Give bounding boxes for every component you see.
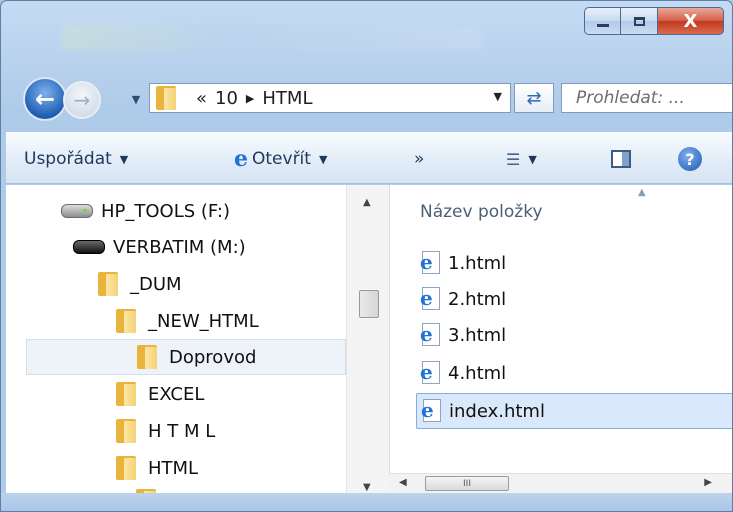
history-dropdown-button[interactable]: ▼ [129,91,143,107]
close-button[interactable]: X [658,7,724,35]
scroll-up-icon[interactable]: ▲ [363,197,371,208]
tree-item-dum[interactable]: _DUM [98,266,182,302]
help-icon: ? [678,147,702,171]
organize-label: Uspořádat [24,149,112,169]
folder-icon [116,419,136,443]
tree-item-doprovod[interactable]: Doprovod [26,339,346,375]
chevron-down-icon: ▼ [318,152,328,166]
html-file-icon: e [420,323,442,347]
chevron-down-icon: ▼ [119,152,129,166]
refresh-button[interactable]: ⇄ [514,83,554,113]
navigation-pane: HP_TOOLS (F:) VERBATIM (M:) _DUM _NEW_HT… [6,185,346,493]
open-button[interactable]: e Otevřít ▼ [234,133,327,185]
file-name: 4.html [448,362,507,384]
tree-item-h-t-m-l[interactable]: H T M L [116,413,215,449]
tree-item-partial [136,483,168,493]
ie-icon: e [234,146,248,172]
scrollbar-thumb[interactable] [359,290,379,318]
tree-item-hp-tools[interactable]: HP_TOOLS (F:) [61,193,230,229]
organize-button[interactable]: Uspořádat ▼ [24,133,128,185]
open-label: Otevřít [252,149,311,169]
tree-item-html[interactable]: HTML [116,450,198,486]
forward-button[interactable]: → [63,81,101,119]
drive-icon [61,204,93,218]
tree-item-label: EXCEL [148,383,205,405]
scroll-left-icon[interactable]: ◀ [399,477,407,488]
folder-icon [116,456,136,480]
tree-item-excel[interactable]: EXCEL [116,376,204,412]
views-icon: ☰ [506,149,521,169]
command-bar: Uspořádat ▼ e Otevřít ▼ » ☰ ▼ ? [6,132,732,185]
breadcrumb-item[interactable]: 10 [215,88,238,109]
scrollbar-grip: III [463,478,471,489]
tree-item-label: _NEW_HTML [148,310,259,332]
scrollbar-thumb[interactable]: III [425,476,509,491]
file-item[interactable]: e 4.html [420,355,506,391]
address-bar[interactable]: « 10 ▶ HTML ▼ [149,83,511,113]
html-file-icon: e [420,251,442,275]
tree-item-label: Doprovod [169,346,257,368]
breadcrumb-overflow[interactable]: « [196,88,207,109]
explorer-window: X ← → ▼ « 10 ▶ HTML ▼ ⇄ Prohledat: ... U… [0,0,733,512]
back-button[interactable]: ← [23,77,67,121]
file-item[interactable]: e 3.html [420,317,506,353]
search-input[interactable]: Prohledat: ... [561,83,732,113]
refresh-icon: ⇄ [526,87,542,109]
tree-item-label: _DUM [130,273,182,295]
window-bottom-frame [1,493,732,511]
breadcrumb-item[interactable]: HTML [262,88,312,109]
name-column-header[interactable]: Název položky [420,202,543,222]
minimize-icon [596,23,609,27]
close-icon: X [683,10,698,32]
breadcrumb-separator-icon[interactable]: ▶ [246,92,254,105]
maximize-button[interactable] [621,7,658,35]
sort-ascending-icon: ▲ [638,187,646,198]
file-item-selected[interactable]: e index.html [416,393,732,429]
minimize-button[interactable] [584,7,621,35]
maximize-icon [633,16,645,26]
address-dropdown-icon[interactable]: ▼ [494,90,502,103]
folder-icon [116,382,136,406]
file-list-pane: ▲ Název položky e 1.html e 2.html e 3.ht… [389,185,732,493]
views-button[interactable]: ☰ ▼ [506,133,537,185]
folder-icon [98,272,118,296]
chevron-down-icon: ▼ [528,152,537,166]
file-list-hscrollbar[interactable]: ◀ III ▶ [389,473,732,493]
file-item[interactable]: e 1.html [420,245,506,281]
folder-icon [137,345,157,369]
chevron-down-icon: ▼ [131,92,141,106]
file-name: 3.html [448,324,507,346]
html-file-icon: e [421,399,443,423]
forward-arrow-icon: → [73,88,91,112]
html-file-icon: e [420,287,442,311]
folder-icon [116,309,136,333]
tree-item-label: HTML [148,457,199,479]
file-item[interactable]: e 2.html [420,281,506,317]
tree-item-label: HP_TOOLS (F:) [101,200,230,222]
folder-icon [156,86,176,110]
back-arrow-icon: ← [34,85,56,113]
search-placeholder: Prohledat: ... [576,88,685,108]
tree-item-new-html[interactable]: _NEW_HTML [116,303,259,339]
tree-item-label: H T M L [148,420,216,442]
file-name: 1.html [448,252,507,274]
navigation-scrollbar[interactable]: ▲ ▼ [346,185,389,493]
scroll-down-icon[interactable]: ▼ [363,482,371,493]
more-label: » [414,149,425,169]
preview-pane-button[interactable] [611,133,631,185]
drive-icon [73,240,105,254]
more-commands-button[interactable]: » [414,133,424,185]
html-file-icon: e [420,361,442,385]
file-name: index.html [449,400,545,422]
preview-pane-icon [611,150,631,168]
scroll-right-icon[interactable]: ▶ [704,477,712,488]
tree-item-label: VERBATIM (M:) [113,236,246,258]
file-name: 2.html [448,288,507,310]
help-button[interactable]: ? [678,133,702,185]
tree-item-verbatim[interactable]: VERBATIM (M:) [73,229,246,265]
caption-buttons: X [584,7,724,37]
title-bar-ghost [61,25,481,51]
